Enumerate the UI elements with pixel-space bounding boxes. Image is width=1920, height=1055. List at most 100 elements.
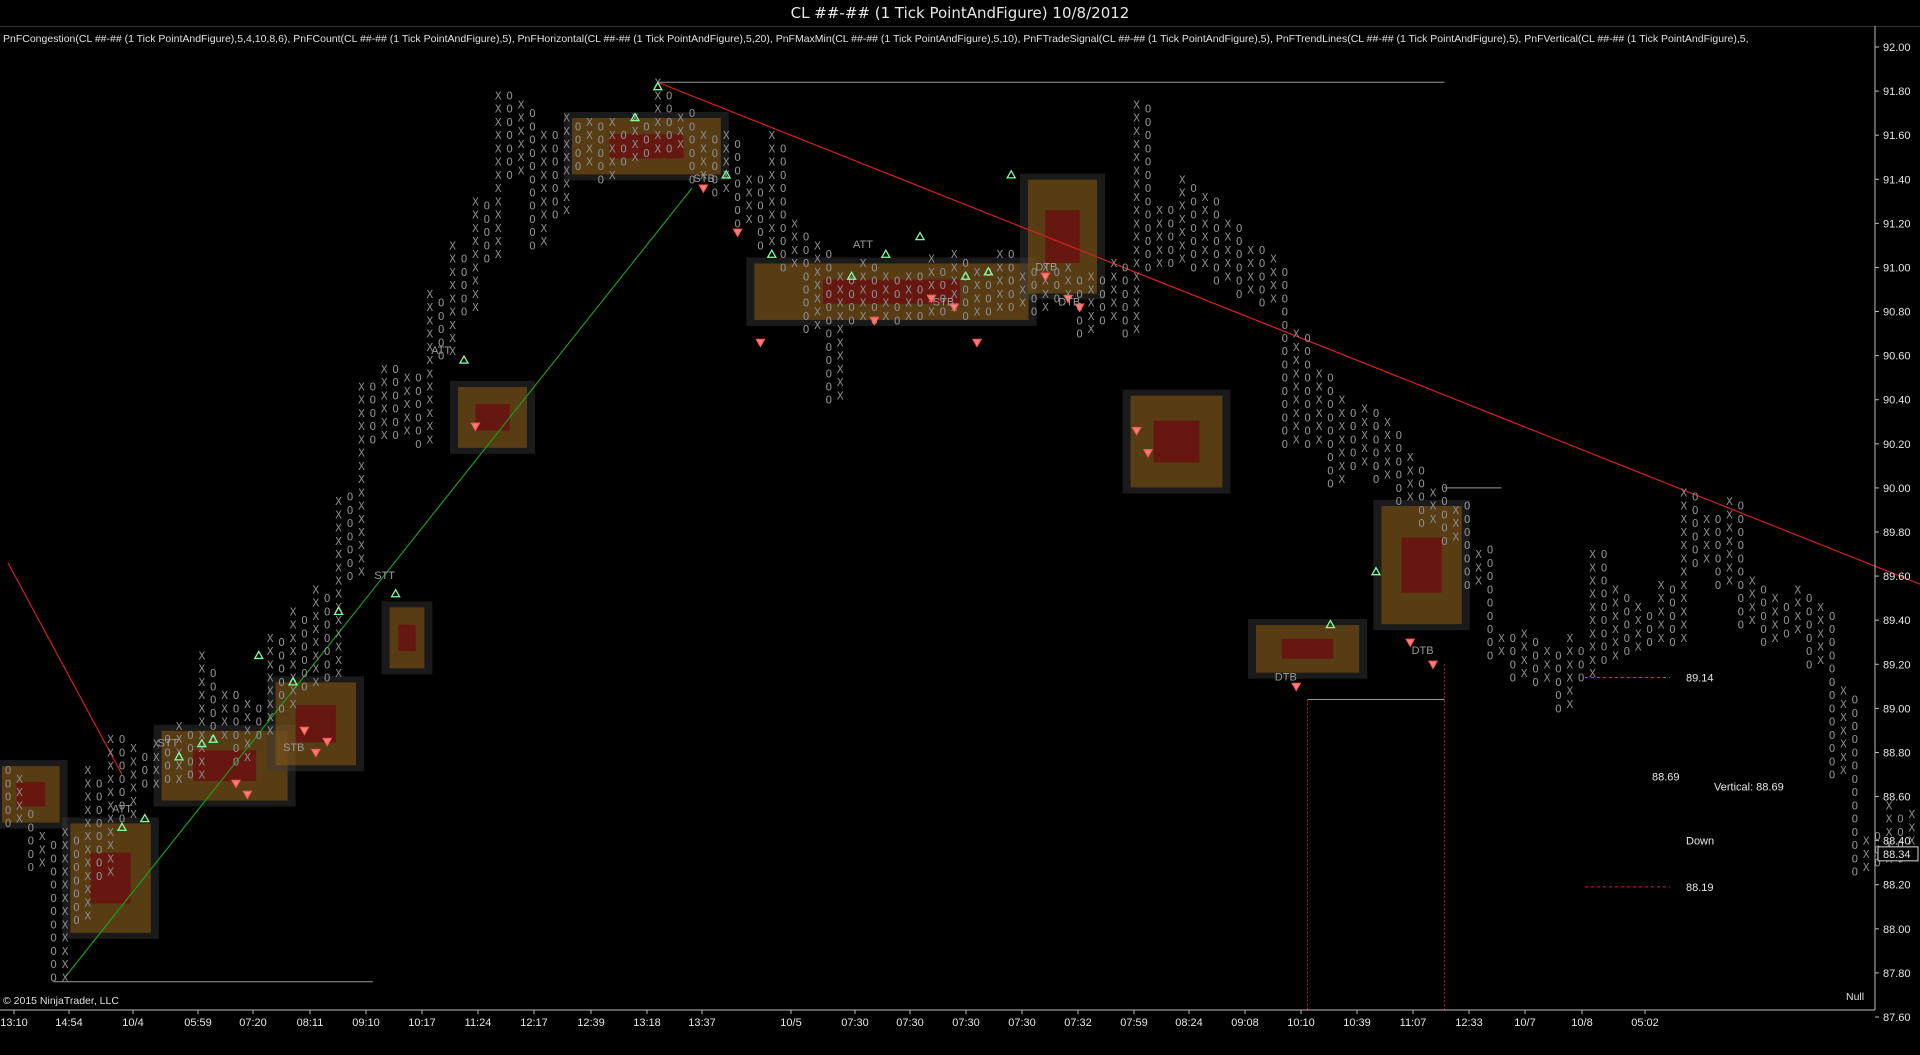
o-mark: O xyxy=(1669,623,1676,636)
x-mark: X xyxy=(1680,566,1687,579)
o-mark: O xyxy=(210,667,217,680)
x-mark: X xyxy=(1772,632,1779,645)
o-mark: O xyxy=(1395,495,1402,508)
o-mark: O xyxy=(529,239,536,252)
x-tick-label: 09:10 xyxy=(352,1017,380,1029)
x-mark: X xyxy=(1361,455,1368,468)
x-mark: X xyxy=(1658,632,1665,645)
x-mark: X xyxy=(198,689,205,702)
x-mark: X xyxy=(312,610,319,623)
x-mark: X xyxy=(586,142,593,155)
x-mark: X xyxy=(974,292,981,305)
o-mark: O xyxy=(1190,235,1197,248)
o-mark: O xyxy=(1692,517,1699,530)
x-mark: X xyxy=(1680,579,1687,592)
x-mark: X xyxy=(905,297,912,310)
o-mark: O xyxy=(347,517,354,530)
x-mark: X xyxy=(1202,204,1209,217)
o-mark: O xyxy=(73,914,80,927)
o-mark: O xyxy=(780,235,787,248)
o-mark: O xyxy=(1076,314,1083,327)
x-mark: X xyxy=(84,883,91,896)
x-mark: X xyxy=(1338,447,1345,460)
congestion-core xyxy=(295,705,336,743)
o-mark: O xyxy=(780,248,787,261)
o-mark: O xyxy=(1281,345,1288,358)
x-mark: X xyxy=(404,398,411,411)
o-mark: O xyxy=(871,288,878,301)
x-mark: X xyxy=(107,733,114,746)
x-mark: X xyxy=(267,724,274,737)
x-mark: X xyxy=(312,663,319,676)
o-mark: O xyxy=(1122,288,1129,301)
x-mark: X xyxy=(335,575,342,588)
x-mark: X xyxy=(358,447,365,460)
x-mark: X xyxy=(905,270,912,283)
o-mark: O xyxy=(1601,627,1608,640)
o-mark: O xyxy=(1304,438,1311,451)
o-mark: O xyxy=(1829,689,1836,702)
x-mark: X xyxy=(1110,297,1117,310)
o-mark: O xyxy=(1281,266,1288,279)
x-mark: X xyxy=(335,495,342,508)
congestion-core xyxy=(1281,638,1334,659)
o-mark: O xyxy=(1578,672,1585,685)
chart-panel[interactable]: OOOOOXXXXOOOOOXXXOOOOOOOOOOOXXXXXXXXXXXX… xyxy=(0,26,1920,1055)
o-mark: O xyxy=(1760,636,1767,649)
x-mark: X xyxy=(996,275,1003,288)
x-mark: X xyxy=(1794,623,1801,636)
last-price-label: 88.34 xyxy=(1883,849,1911,861)
o-mark: O xyxy=(1669,610,1676,623)
o-mark: O xyxy=(666,103,673,116)
o-mark: O xyxy=(1418,491,1425,504)
o-mark: O xyxy=(1851,720,1858,733)
o-mark: O xyxy=(1829,702,1836,715)
o-mark: O xyxy=(5,764,12,777)
o-mark: O xyxy=(620,142,627,155)
x-mark: X xyxy=(1293,367,1300,380)
x-mark: X xyxy=(1338,420,1345,433)
x-mark: X xyxy=(1749,575,1756,588)
o-mark: O xyxy=(1281,319,1288,332)
o-mark: O xyxy=(415,372,422,385)
x-mark: X xyxy=(1635,627,1642,640)
x-mark: X xyxy=(1566,672,1573,685)
red-level-label: 88.19 xyxy=(1686,882,1714,894)
o-mark: O xyxy=(415,385,422,398)
x-mark: X xyxy=(312,583,319,596)
o-mark: O xyxy=(1395,442,1402,455)
o-mark: O xyxy=(1327,425,1334,438)
x-tick-label: 10:10 xyxy=(1287,1017,1315,1029)
o-mark: O xyxy=(1601,641,1608,654)
x-mark: X xyxy=(1612,623,1619,636)
o-mark: O xyxy=(1145,169,1152,182)
sell-signal-marker xyxy=(732,228,743,238)
o-mark: O xyxy=(1145,156,1152,169)
x-mark: X xyxy=(1270,292,1277,305)
o-mark: O xyxy=(1692,504,1699,517)
o-mark: O xyxy=(803,297,810,310)
x-mark: X xyxy=(586,156,593,169)
o-mark: O xyxy=(803,257,810,270)
x-mark: X xyxy=(654,116,661,129)
x-mark: X xyxy=(563,112,570,125)
o-mark: O xyxy=(1122,275,1129,288)
o-mark: O xyxy=(96,857,103,870)
x-mark: X xyxy=(1202,244,1209,257)
o-mark: O xyxy=(1829,623,1836,636)
x-mark: X xyxy=(62,852,69,865)
o-mark: O xyxy=(780,182,787,195)
o-mark: O xyxy=(825,354,832,367)
x-mark: X xyxy=(1247,270,1254,283)
o-mark: O xyxy=(27,848,34,861)
o-mark: O xyxy=(1715,552,1722,565)
pnf-chart[interactable]: OOOOOXXXXOOOOOXXXOOOOOOOOOOOXXXXXXXXXXXX… xyxy=(0,26,1920,1055)
o-mark: O xyxy=(1145,209,1152,222)
x-mark: X xyxy=(1840,685,1847,698)
o-mark: O xyxy=(803,231,810,244)
x-mark: X xyxy=(426,301,433,314)
o-mark: O xyxy=(803,323,810,336)
o-mark: O xyxy=(73,901,80,914)
x-mark: X xyxy=(746,173,753,186)
o-mark: O xyxy=(1281,306,1288,319)
